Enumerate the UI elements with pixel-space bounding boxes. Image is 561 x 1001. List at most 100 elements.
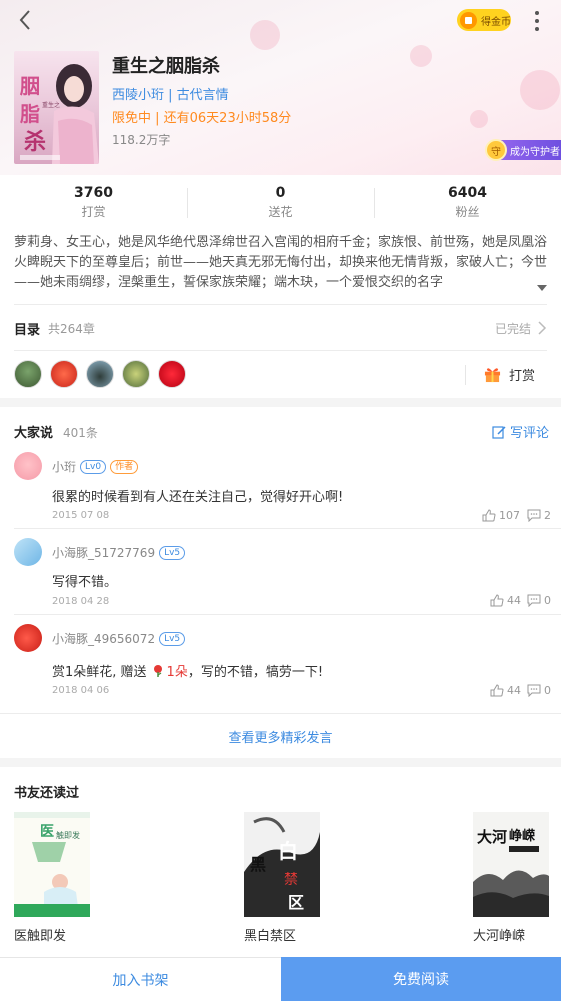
reply-button[interactable]: 2	[527, 509, 551, 522]
recommended-book[interactable]: 大河 峥嵘 大河峥嵘	[473, 812, 549, 944]
stat-label: 粉丝	[455, 205, 480, 219]
thumbs-up-icon	[490, 594, 504, 607]
gift-icon	[484, 368, 501, 383]
word-count: 118.2万字	[112, 133, 171, 147]
comment-date: 2018 04 06	[52, 685, 110, 696]
edit-icon	[492, 425, 506, 439]
earn-coins-button[interactable]: 得金币	[457, 9, 511, 31]
stat-label: 送花	[268, 205, 293, 219]
avatar[interactable]	[14, 360, 42, 388]
level-badge: Lv5	[159, 631, 186, 646]
section-gap	[0, 758, 561, 767]
comments-title: 大家说	[14, 426, 54, 441]
chapter-count: 共264章	[48, 321, 95, 336]
chevron-right-icon	[538, 321, 547, 335]
svg-text:区: 区	[288, 893, 304, 912]
divider	[465, 365, 466, 385]
free-countdown: 限免中 | 还有06天23小时58分	[112, 111, 292, 126]
stat-flowers[interactable]: 0 送花	[187, 183, 374, 223]
book-intro[interactable]: 萝莉身、女王心，她是风华绝代恩泽绵世召入宫闱的相府千金；家族恨、前世殇，她是凤凰…	[14, 233, 552, 293]
thumbs-up-icon	[482, 509, 496, 522]
level-badge: Lv0	[80, 459, 107, 474]
avatar[interactable]	[14, 452, 42, 480]
book-title: 重生之胭脂杀	[112, 56, 220, 77]
write-comment-label: 写评论	[510, 426, 550, 441]
tip-label: 打赏	[509, 369, 536, 384]
top-fans-avatars[interactable]	[14, 360, 194, 390]
like-button[interactable]: 44	[490, 684, 521, 697]
like-count: 44	[507, 594, 521, 607]
avatar[interactable]	[158, 360, 186, 388]
svg-text:重生之: 重生之	[42, 101, 60, 109]
bottom-action-bar: 加入书架 免费阅读	[0, 957, 561, 1001]
book-cover: 医 触即发	[14, 812, 90, 917]
comments-header: 大家说 401条	[14, 422, 98, 441]
username: 小海豚_51727769	[52, 546, 156, 560]
back-chevron-icon[interactable]	[14, 8, 38, 32]
book-cover: 大河 峥嵘	[473, 812, 549, 917]
book-name: 黑白禁区	[244, 929, 297, 944]
recommended-book[interactable]: 医 触即发 医触即发	[14, 812, 90, 944]
level-badge: Lv5	[159, 545, 186, 560]
shield-icon: 守	[485, 139, 507, 161]
tip-button[interactable]: 打赏	[484, 365, 535, 384]
comment-text-part: 赏1朵鲜花, 赠送	[52, 665, 147, 680]
flower-count: 1朵	[166, 665, 188, 680]
book-cover: 胭 脂 杀 重生之	[14, 51, 99, 164]
avatar[interactable]	[14, 538, 42, 566]
comment-user[interactable]: 小海豚_49656072 Lv5	[52, 630, 186, 647]
username: 小珩	[52, 460, 77, 474]
guardian-label: 成为守护者	[510, 146, 560, 158]
earn-coins-label: 得金币	[481, 16, 511, 28]
section-gap	[0, 398, 561, 407]
author-badge: 作者	[110, 459, 139, 474]
reply-button[interactable]: 0	[527, 594, 551, 607]
table-of-contents-row[interactable]: 目录 共264章 已完结	[14, 313, 547, 343]
svg-text:白: 白	[278, 839, 298, 863]
svg-text:医: 医	[40, 824, 54, 840]
like-button[interactable]: 44	[490, 594, 521, 607]
book-name: 大河峥嵘	[473, 929, 526, 944]
free-read-button[interactable]: 免费阅读	[281, 957, 561, 1001]
book-name: 医触即发	[14, 929, 67, 944]
stat-value: 3760	[74, 185, 113, 201]
add-to-shelf-button[interactable]: 加入书架	[0, 957, 281, 1001]
expand-triangle-icon[interactable]	[536, 277, 548, 291]
comments-count: 401条	[63, 426, 98, 440]
avatar[interactable]	[86, 360, 114, 388]
svg-text:禁: 禁	[284, 872, 298, 888]
svg-text:黑: 黑	[250, 855, 266, 874]
more-comments-link[interactable]: 查看更多精彩发言	[0, 727, 561, 746]
write-comment-button[interactable]: 写评论	[492, 422, 549, 441]
reply-count: 2	[544, 509, 551, 522]
avatar[interactable]	[122, 360, 150, 388]
stat-tips[interactable]: 3760 打赏	[0, 183, 187, 223]
reply-count: 0	[544, 594, 551, 607]
author-category-link[interactable]: 西陵小珩 | 古代言情	[112, 84, 229, 103]
comment-bubble-icon	[527, 684, 541, 697]
become-guardian-button[interactable]: 守 成为守护者	[485, 139, 561, 161]
stat-fans[interactable]: 6404 粉丝	[374, 183, 561, 223]
stat-value: 6404	[448, 185, 487, 201]
reply-count: 0	[544, 684, 551, 697]
more-options-icon[interactable]	[530, 10, 544, 32]
avatar[interactable]	[50, 360, 78, 388]
avatar[interactable]	[14, 624, 42, 652]
rose-icon	[153, 664, 162, 677]
comment-bubble-icon	[527, 594, 541, 607]
comment-text[interactable]: 写得不错。	[52, 571, 117, 590]
thumbs-up-icon	[490, 684, 504, 697]
also-read-title: 书友还读过	[14, 786, 80, 801]
like-button[interactable]: 107	[482, 509, 520, 522]
comment-user[interactable]: 小海豚_51727769 Lv5	[52, 544, 186, 561]
like-count: 107	[499, 509, 520, 522]
recommended-book[interactable]: 白 黑 禁 区 黑白禁区	[244, 812, 320, 944]
comment-user[interactable]: 小珩 Lv0 作者	[52, 458, 139, 475]
stat-value: 0	[275, 185, 286, 201]
reply-button[interactable]: 0	[527, 684, 551, 697]
comment-text[interactable]: 很累的时候看到有人还在关注自己，觉得好开心啊!	[52, 486, 343, 505]
svg-text:触即发: 触即发	[56, 830, 80, 840]
svg-text:大河: 大河	[477, 828, 507, 846]
comment-text[interactable]: 赏1朵鲜花, 赠送 1朵 ，写的不错，犒劳一下!	[52, 661, 323, 680]
comment-date: 2018 04 28	[52, 596, 110, 607]
